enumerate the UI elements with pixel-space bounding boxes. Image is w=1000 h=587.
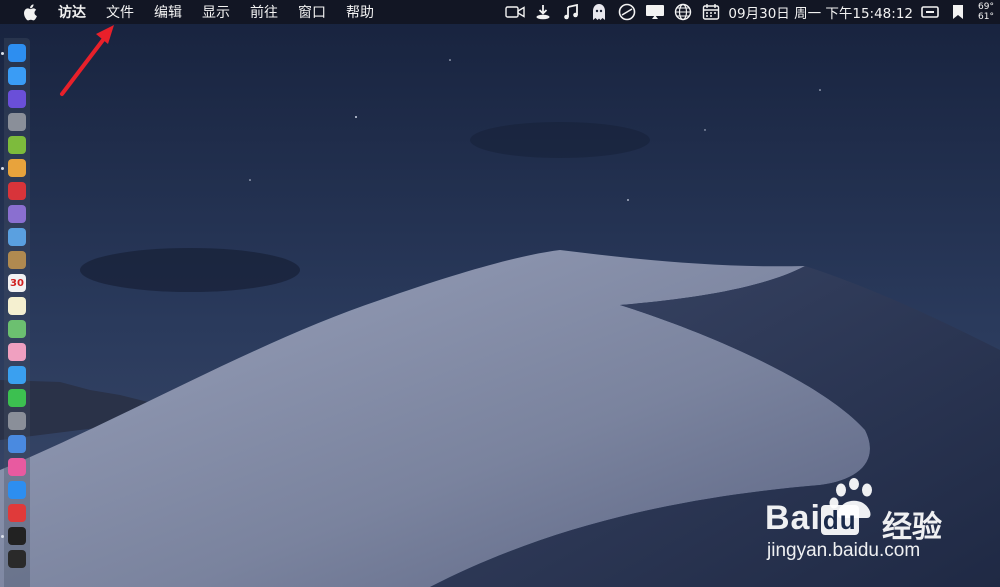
watermark-brand: Baidu: [765, 499, 859, 537]
watermark-url: jingyan.baidu.com: [767, 540, 921, 561]
baidu-watermark: Baidu 经验 jingyan.baidu.com: [765, 478, 1000, 568]
